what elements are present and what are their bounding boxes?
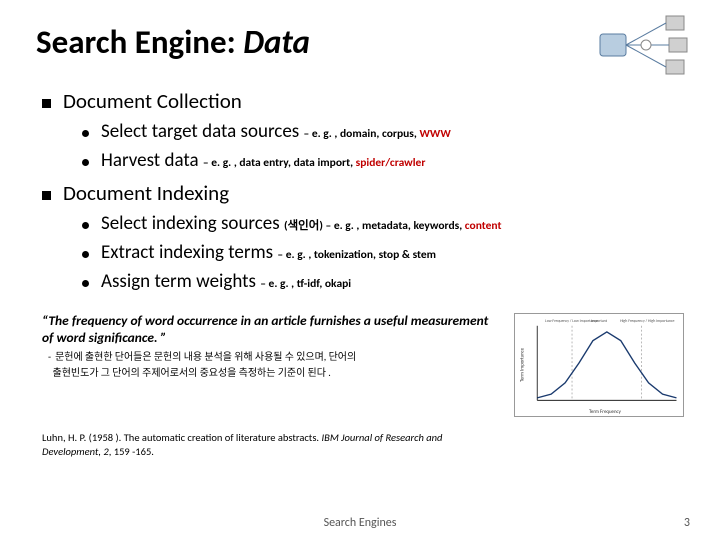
- page-number: 3: [684, 516, 690, 530]
- svg-text:Term Importance: Term Importance: [519, 347, 525, 382]
- korean-note: -문헌에 출현한 단어들은 문헌의 내용 분석을 위해 사용될 수 있으며, 단…: [48, 349, 502, 381]
- bullet-disc-icon: [82, 159, 89, 166]
- bullet-disc-icon: [82, 251, 89, 258]
- slide-title: Search Engine: Data: [36, 22, 684, 62]
- item-text: Assign term weights – e. g. , tf-idf, ok…: [101, 270, 351, 293]
- svg-text:Important: Important: [591, 319, 608, 324]
- network-diagram-figure: [596, 14, 696, 78]
- section-heading: Document Collection: [63, 88, 242, 114]
- luhn-curve-chart: Term FrequencyTerm ImportanceLow Frequen…: [514, 313, 684, 417]
- citation: Luhn, H. P. (1958 ). The automatic creat…: [42, 431, 462, 458]
- footer-text: Search Engines: [0, 516, 720, 530]
- item-text: Select indexing sources (색인어) – e. g. , …: [101, 212, 502, 235]
- item-text: Extract indexing terms – e. g. , tokeniz…: [101, 241, 436, 264]
- bullet-square-icon: [42, 99, 51, 108]
- title-main: Search Engine:: [36, 22, 243, 62]
- bullet-disc-icon: [82, 280, 89, 287]
- bullet-square-icon: [42, 191, 51, 200]
- svg-text:Term Frequency: Term Frequency: [589, 409, 622, 415]
- bullet-disc-icon: [82, 222, 89, 229]
- item-text: Select target data sources – e. g. , dom…: [101, 120, 451, 143]
- content-outline: Document Collection Select target data s…: [36, 88, 684, 293]
- title-emph: Data: [243, 22, 310, 62]
- item-text: Harvest data – e. g. , data entry, data …: [101, 149, 425, 172]
- svg-text:High Frequency / High Importan: High Frequency / High Importance: [620, 319, 674, 324]
- bullet-disc-icon: [82, 130, 89, 137]
- quote-text: “The frequency of word occurrence in an …: [42, 313, 502, 347]
- section-heading: Document Indexing: [63, 180, 229, 206]
